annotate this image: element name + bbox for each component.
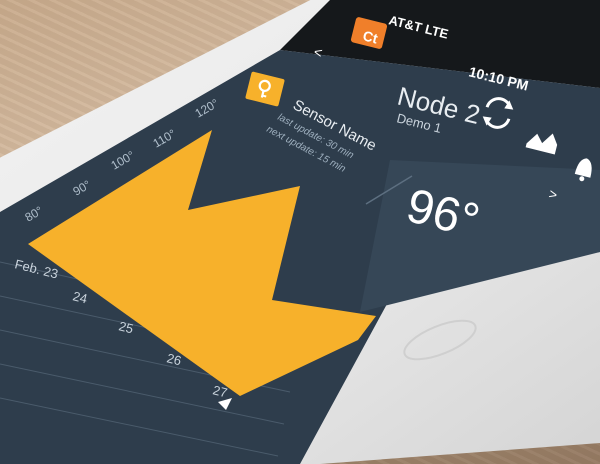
phone-scene: AT&T LTE 10:10 PM Ct < Sensor Name last … <box>0 0 600 464</box>
